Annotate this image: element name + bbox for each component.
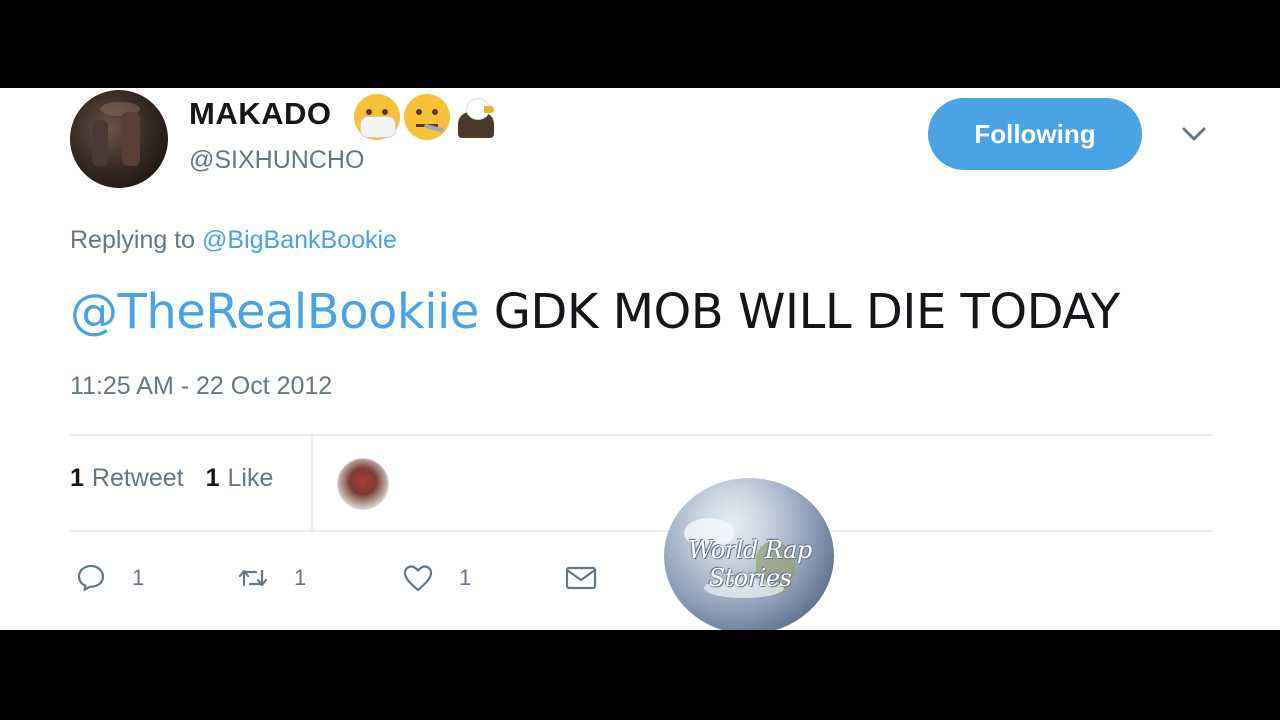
eagle-icon <box>454 94 498 140</box>
tweet-mention-link[interactable]: @TheRealBookiie <box>70 284 479 340</box>
retweet-icon <box>238 569 268 587</box>
like-stat-count: 1 <box>205 464 220 492</box>
tweet-body: GDK MOB WILL DIE TODAY <box>493 284 1120 340</box>
avatar-figure-left <box>92 120 108 166</box>
chevron-down-icon[interactable] <box>1180 124 1208 144</box>
retweet-stat-label: Retweet <box>91 464 184 492</box>
user-handle[interactable]: @SIXHUNCHO <box>189 146 364 175</box>
face-with-medical-mask-icon <box>354 94 400 140</box>
reply-button[interactable]: 1 <box>74 558 144 598</box>
replying-to-link[interactable]: @BigBankBookie <box>202 226 397 254</box>
tweet-timestamp[interactable]: 11:25 AM - 22 Oct 2012 <box>70 372 332 401</box>
emoji-mask <box>360 116 396 138</box>
liker-avatar[interactable] <box>337 458 389 510</box>
emoji-eye-left <box>366 109 372 115</box>
display-name[interactable]: MAKADO <box>189 96 332 132</box>
face-with-thermometer-icon <box>404 94 450 140</box>
emoji-eye-right <box>382 109 388 115</box>
retweet-button[interactable]: 1 <box>236 558 306 598</box>
direct-message-button[interactable] <box>564 558 598 598</box>
reply-count: 1 <box>132 565 145 590</box>
tweet-stats: 1 Retweet 1 Like <box>70 464 273 493</box>
like-count: 1 <box>459 565 472 590</box>
letterbox-bottom <box>0 630 1280 720</box>
envelope-icon <box>565 566 597 590</box>
tweet-text: @TheRealBookiie GDK MOB WILL DIE TODAY <box>70 284 1120 340</box>
divider-vertical <box>311 436 313 530</box>
replying-to-label: Replying to <box>70 226 196 254</box>
like-button[interactable]: 1 <box>401 558 471 598</box>
like-stat-label: Like <box>227 464 274 492</box>
retweet-stat[interactable]: 1 Retweet <box>70 464 184 493</box>
eagle-beak <box>484 106 494 113</box>
retweet-stat-count: 1 <box>70 464 84 492</box>
emoji-eye-left <box>416 109 422 115</box>
replying-to: Replying to @BigBankBookie <box>70 226 397 255</box>
avatar-figure-right <box>122 112 140 166</box>
tweet-card: MAKADO @SIXHUNCHO Following Replying to … <box>0 88 1280 634</box>
emoji-eye-right <box>432 109 438 115</box>
retweet-count: 1 <box>294 565 307 590</box>
name-emojis <box>354 92 498 142</box>
watermark-text: World Rap Stories <box>688 536 812 592</box>
like-stat[interactable]: 1 Like <box>206 464 274 493</box>
letterbox-top <box>0 0 1280 88</box>
divider-top <box>70 434 1212 436</box>
following-button[interactable]: Following <box>928 98 1142 170</box>
reply-icon <box>77 564 105 592</box>
divider-bottom <box>70 530 1212 532</box>
user-avatar[interactable] <box>70 90 168 188</box>
heart-icon <box>403 565 433 592</box>
